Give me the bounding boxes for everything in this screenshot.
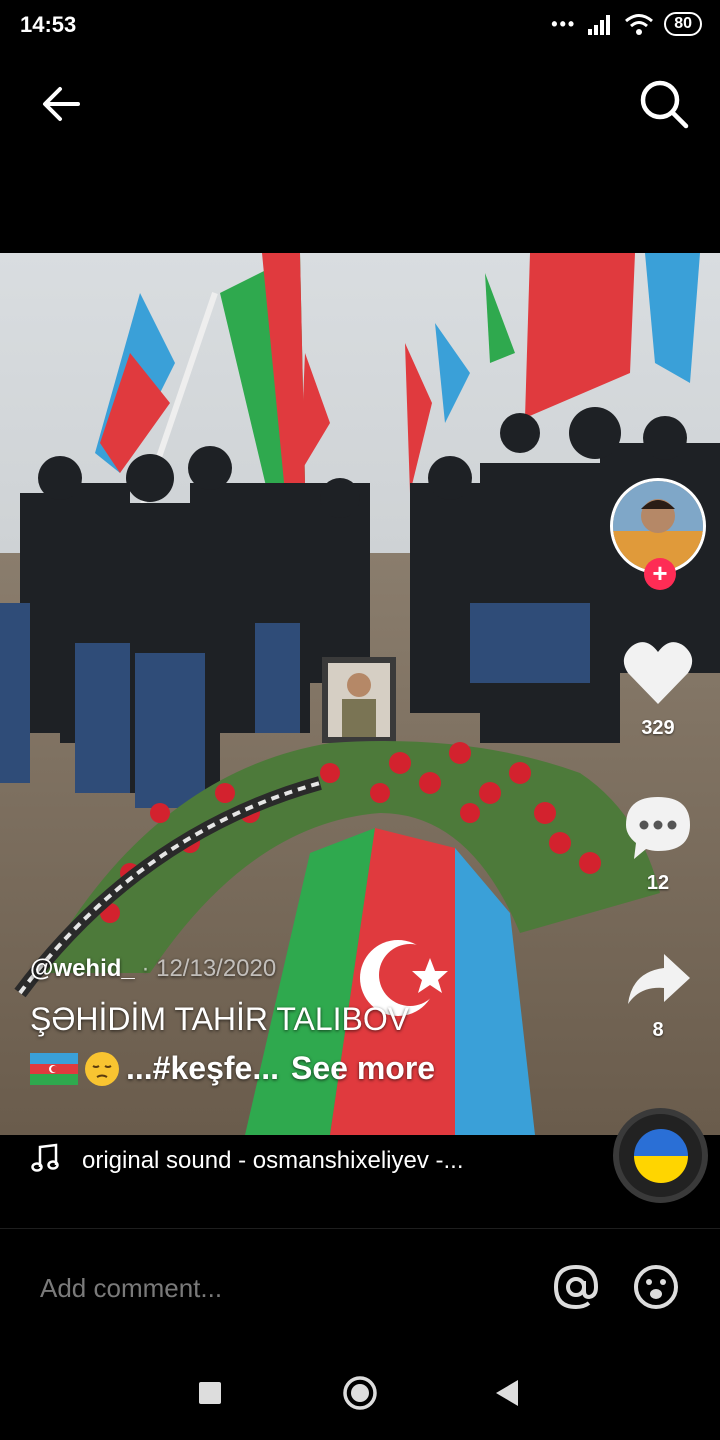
share-count: 8 <box>652 1019 664 1041</box>
signal-icon <box>588 15 611 35</box>
emoji-icon[interactable] <box>632 1263 680 1311</box>
caption-title: ŞƏHİDİM TAHİR TALIBOV <box>30 1001 410 1037</box>
top-nav <box>0 70 720 134</box>
recents-button[interactable] <box>199 1382 221 1404</box>
music-disc[interactable] <box>613 1108 708 1203</box>
system-back-button[interactable] <box>494 1378 520 1408</box>
heart-icon <box>623 642 693 704</box>
post-date: · 12/13/2020 <box>141 955 277 982</box>
notification-dots-icon: ••• <box>551 13 577 34</box>
music-note-icon <box>31 1143 59 1172</box>
share-button[interactable]: 8 <box>608 952 708 1042</box>
like-button[interactable]: 329 <box>608 640 708 740</box>
comment-count: 12 <box>646 872 670 894</box>
author-line: @wehid_ · 12/13/2020 <box>30 955 590 983</box>
status-time: 14:53 <box>20 12 77 37</box>
comment-input[interactable]: Add comment... <box>40 1273 222 1304</box>
status-bar: 14:53 ••• 80 <box>0 0 720 52</box>
comment-bar: Add comment... <box>0 1228 720 1338</box>
battery-indicator: 80 <box>664 12 702 36</box>
video-caption: @wehid_ · 12/13/2020 ŞƏHİDİM TAHİR TALIB… <box>30 955 590 1087</box>
home-button[interactable] <box>342 1375 378 1411</box>
caption-body: ...#keşfe... See more <box>30 1050 590 1087</box>
pensive-face-icon <box>85 1051 119 1086</box>
back-arrow-icon[interactable] <box>38 80 86 128</box>
mention-icon[interactable] <box>552 1263 600 1311</box>
follow-button[interactable]: + <box>644 558 676 590</box>
author-handle[interactable]: @wehid_ <box>30 955 135 982</box>
comment-bubble-icon <box>626 797 690 859</box>
wifi-icon <box>625 14 654 35</box>
system-nav-bar <box>0 1345 720 1440</box>
see-more-link[interactable]: See more <box>291 1050 435 1087</box>
creator-avatar-wrapper: + <box>610 478 706 590</box>
music-bar[interactable]: original sound - osmanshixeliyev -... <box>0 1135 720 1185</box>
share-arrow-icon <box>628 954 690 1004</box>
search-icon[interactable] <box>638 78 690 130</box>
like-count: 329 <box>641 717 675 739</box>
music-title: original sound - osmanshixeliyev -... <box>82 1147 464 1174</box>
caption-tags: ...#keşfe... <box>126 1050 279 1086</box>
azerbaijan-flag-icon <box>30 1052 78 1085</box>
ukraine-flag-icon <box>633 1128 688 1183</box>
comment-button[interactable]: 12 <box>608 795 708 895</box>
status-icons: ••• 80 <box>551 12 702 36</box>
